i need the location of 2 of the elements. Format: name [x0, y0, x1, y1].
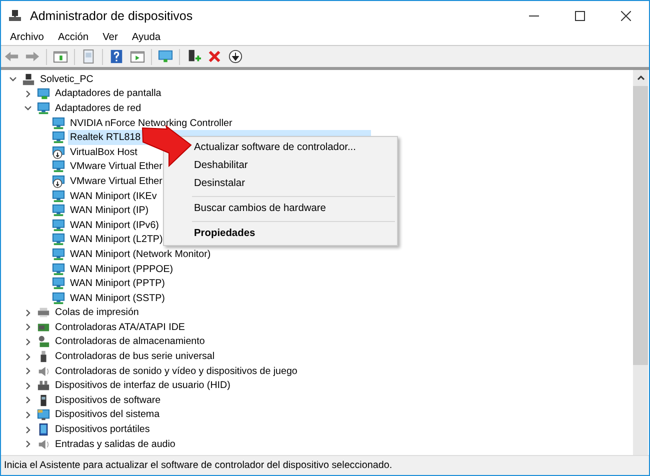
window-title: Administrador de dispositivos [30, 8, 193, 22]
status-text: Inicia el Asistente para actualizar el software de controlador del dispositivo seleccionado. [4, 460, 392, 471]
